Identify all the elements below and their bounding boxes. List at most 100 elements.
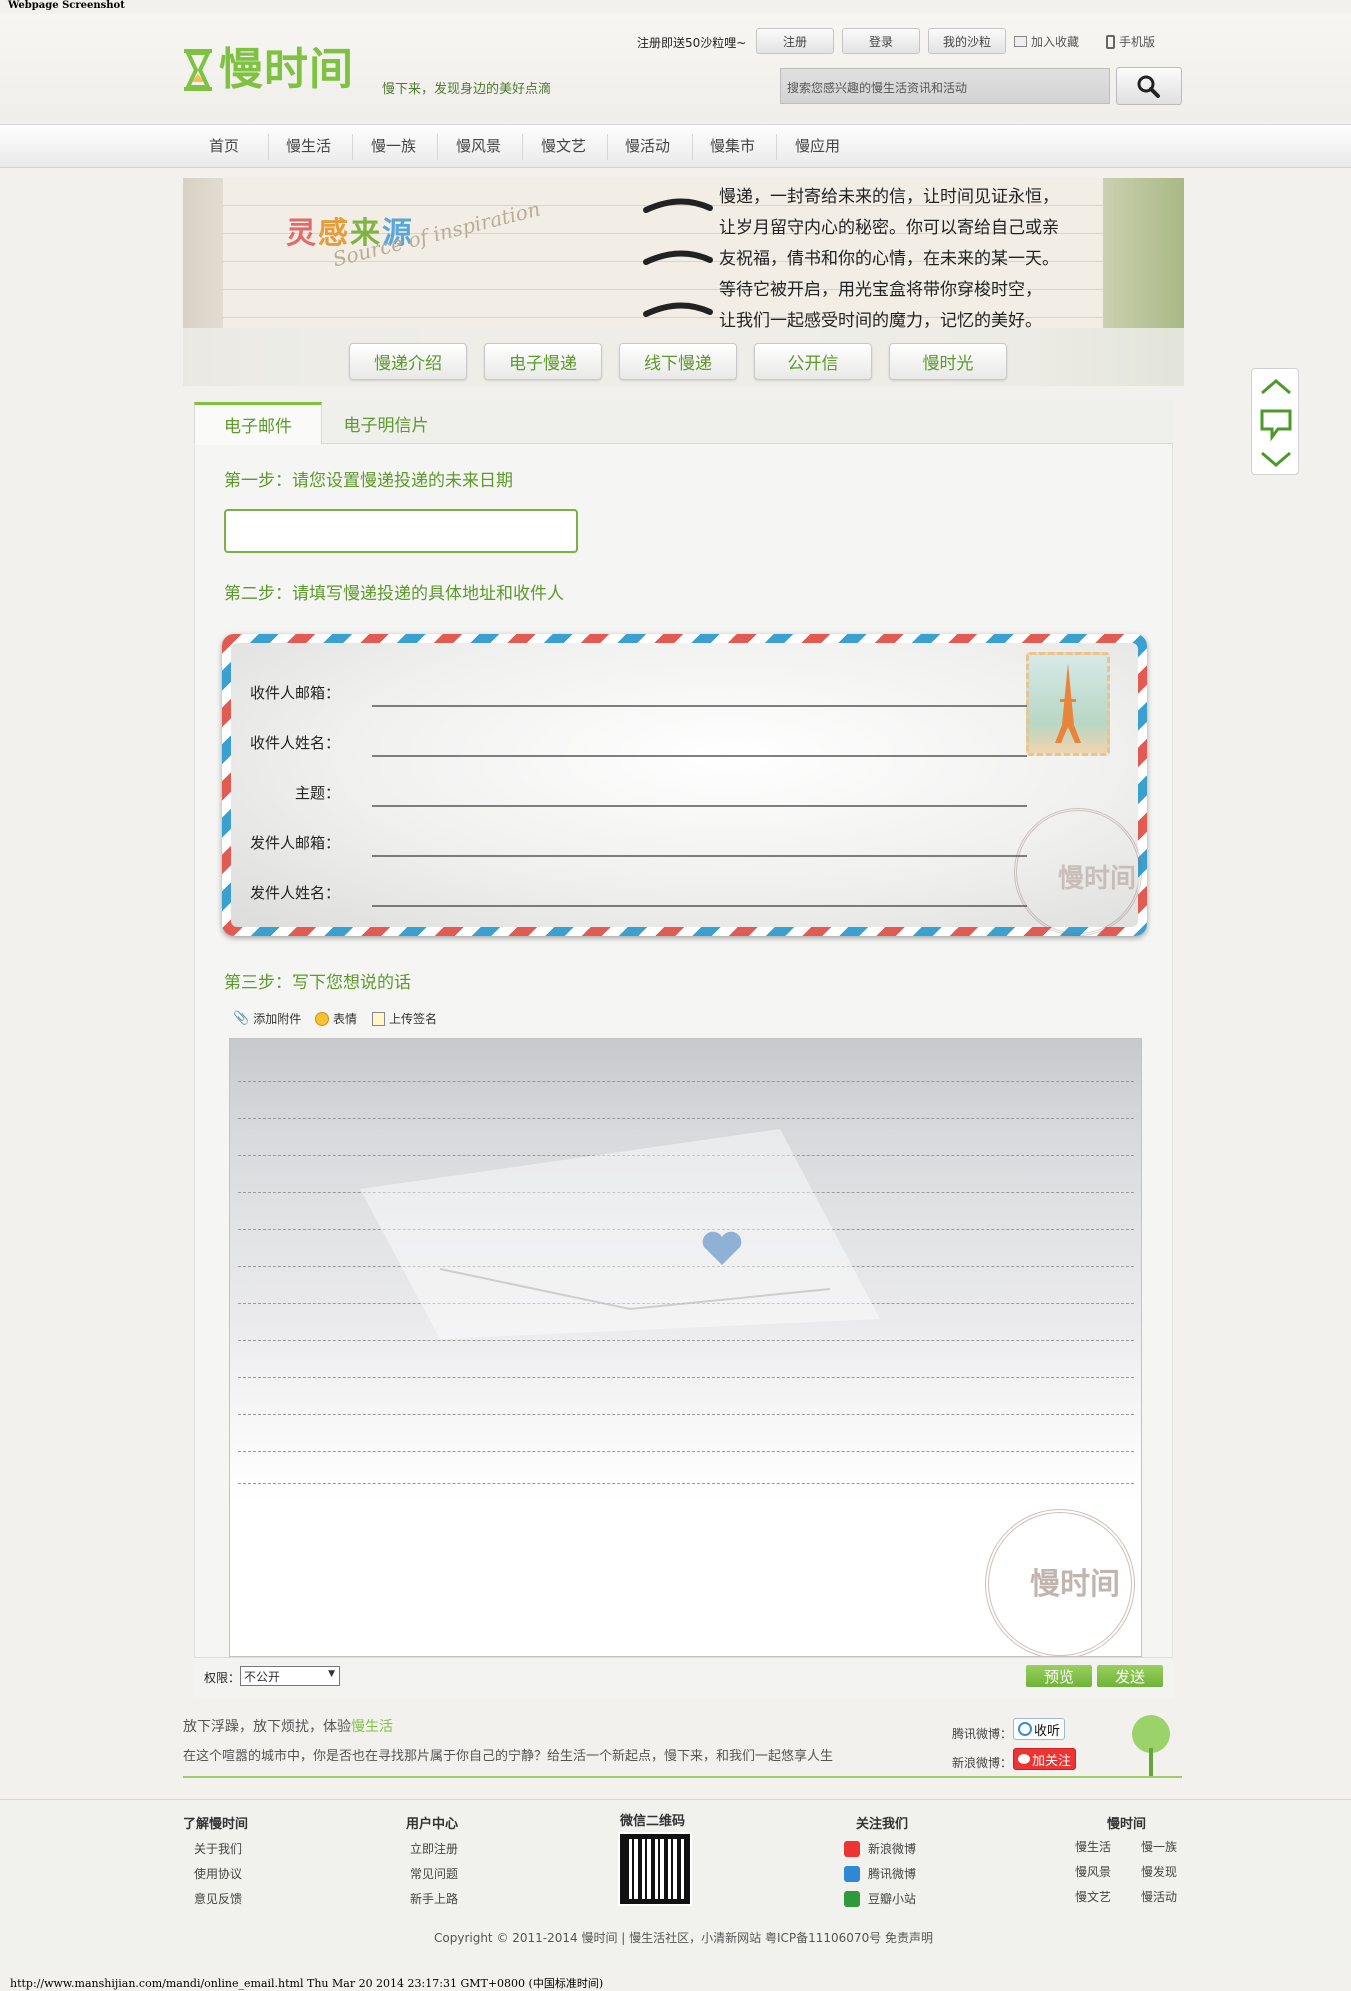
banner-poem-line: 慢递，一封寄给未来的信，让时间见证永恒， — [719, 187, 1059, 207]
register-promo: 注册即送50沙粒哩~ — [637, 36, 747, 50]
banner-poem: 慢递，一封寄给未来的信，让时间见证永恒， 让岁月留守内心的秘密。你可以寄给自己或… — [719, 182, 1159, 337]
emoticon-button[interactable]: 表情 — [315, 1010, 357, 1027]
nav-item-home[interactable]: 首页 — [209, 136, 239, 156]
main-nav — [0, 124, 1351, 168]
nav-item-slow-arts[interactable]: 慢文艺 — [541, 136, 586, 156]
footer-tencent-link[interactable]: 腾讯微博 — [844, 1865, 916, 1882]
nav-item-slow-tribe[interactable]: 慢一族 — [371, 136, 416, 156]
tab-open-letter[interactable]: 公开信 — [754, 343, 872, 380]
register-button[interactable]: 注册 — [756, 28, 834, 54]
nav-divider — [692, 134, 693, 160]
footer-sina-link[interactable]: 新浪微博 — [844, 1840, 916, 1857]
footer-link[interactable]: 立即注册 — [410, 1840, 458, 1857]
tencent-follow-button[interactable]: 收听 — [1013, 1718, 1066, 1740]
nav-divider — [437, 134, 438, 160]
recipient-name-input[interactable] — [372, 755, 1027, 757]
promo-line-2: 在这个喧嚣的城市中，你是否也在寻找那片属于你自己的宁静？给生活一个新起点，慢下来… — [183, 1749, 834, 1764]
hourglass-icon — [183, 48, 213, 92]
add-favorite-link[interactable]: 加入收藏 — [1014, 33, 1079, 50]
scroll-up-icon[interactable] — [1261, 379, 1291, 395]
banner-poem-line: 让岁月留守内心的秘密。你可以寄给自己或亲 — [719, 218, 1059, 238]
footer-douban-link[interactable]: 豆瓣小站 — [844, 1890, 916, 1907]
heart-icon — [702, 1231, 742, 1265]
tab-e-postcard[interactable]: 电子明信片 — [322, 402, 450, 445]
footer-link[interactable]: 慢活动 — [1141, 1888, 1177, 1905]
permission-select[interactable]: 不公开 ▼ — [240, 1666, 340, 1686]
step3-heading: 第三步：写下您想说的话 — [224, 973, 411, 993]
step1-heading: 第一步：请您设置慢递投递的未来日期 — [224, 471, 513, 491]
tab-slow-mail-intro[interactable]: 慢递介绍 — [349, 343, 467, 380]
recipient-name-label: 收件人姓名： — [249, 734, 340, 752]
nav-item-slow-life[interactable]: 慢生活 — [286, 136, 331, 156]
nav-item-slow-scenery[interactable]: 慢风景 — [456, 136, 501, 156]
footer-link[interactable]: 关于我们 — [194, 1840, 242, 1857]
permission-label: 权限： — [204, 1671, 241, 1685]
ruled-line — [238, 1414, 1134, 1415]
tab-email[interactable]: 电子邮件 — [194, 402, 322, 445]
tencent-weibo-icon — [844, 1865, 860, 1882]
footer-link[interactable]: 使用协议 — [194, 1865, 242, 1882]
sender-email-input[interactable] — [372, 855, 1027, 857]
footer-link[interactable]: 常见问题 — [410, 1865, 458, 1882]
scroll-down-icon[interactable] — [1261, 451, 1291, 467]
airmail-envelope — [222, 634, 1147, 936]
recipient-email-label: 收件人邮箱： — [249, 684, 340, 702]
my-sand-button[interactable]: 我的沙粒 — [928, 28, 1006, 54]
search-button[interactable] — [1116, 67, 1182, 105]
nav-item-slow-events[interactable]: 慢活动 — [625, 136, 670, 156]
eiffel-stamp — [1026, 652, 1110, 756]
upload-signature-label: 上传签名 — [389, 1012, 438, 1026]
footer-link[interactable]: 意见反馈 — [194, 1890, 242, 1907]
inspiration-char: 灵 — [286, 216, 318, 251]
nav-item-slow-apps[interactable]: 慢应用 — [795, 136, 840, 156]
search-input[interactable]: 搜索您感兴趣的慢生活资讯和活动 — [780, 68, 1110, 104]
slow-life-link[interactable]: 慢生活 — [351, 1719, 393, 1735]
pencil-note-icon — [372, 1011, 385, 1026]
nav-divider — [522, 134, 523, 160]
douban-icon — [844, 1890, 860, 1907]
tencent-follow-label: 收听 — [1034, 1723, 1061, 1739]
sina-follow-label: 加关注 — [1032, 1753, 1072, 1769]
footer-about-heading: 了解慢时间 — [183, 1817, 249, 1832]
login-button[interactable]: 登录 — [842, 28, 920, 54]
tab-offline-slow-mail[interactable]: 线下慢递 — [619, 343, 737, 380]
footer-link[interactable]: 慢一族 — [1141, 1838, 1177, 1855]
sender-name-input[interactable] — [372, 905, 1027, 907]
search-icon — [1137, 75, 1160, 98]
add-attachment-label: 添加附件 — [253, 1012, 302, 1026]
tab-electronic-slow-mail[interactable]: 电子慢递 — [484, 343, 602, 380]
feedback-icon[interactable] — [1260, 409, 1292, 442]
notebook-rings — [640, 190, 716, 344]
footer-link[interactable]: 慢文艺 — [1075, 1888, 1111, 1905]
footer-link[interactable]: 慢发现 — [1141, 1863, 1177, 1880]
mobile-version-label: 手机版 — [1119, 35, 1156, 49]
promo-line-1-text: 放下浮躁，放下烦扰，体验 — [183, 1719, 351, 1735]
sina-weibo-icon — [1018, 1754, 1030, 1764]
nav-divider — [268, 134, 269, 160]
letter-postmark-text: 慢时间 — [1030, 1567, 1120, 1602]
copyright-text: Copyright © 2011-2014 慢时间 | 慢生活社区，小清新网站 … — [434, 1931, 934, 1945]
recipient-email-input[interactable] — [372, 705, 1027, 707]
send-button[interactable]: 发送 — [1097, 1665, 1163, 1687]
ruled-line — [238, 1340, 1134, 1341]
subject-input[interactable] — [372, 805, 1027, 807]
letter-textarea[interactable]: 慢时间 — [229, 1038, 1142, 1657]
site-logo[interactable]: 慢时间 — [183, 48, 354, 92]
footer-tencent-label: 腾讯微博 — [868, 1867, 917, 1881]
footer-link[interactable]: 慢风景 — [1075, 1863, 1111, 1880]
footer-follow-heading: 关注我们 — [856, 1817, 909, 1832]
tab-slow-time[interactable]: 慢时光 — [889, 343, 1007, 380]
nav-item-slow-market[interactable]: 慢集市 — [710, 136, 755, 156]
add-attachment-button[interactable]: 📎 添加附件 — [233, 1010, 301, 1027]
mobile-version-link[interactable]: 手机版 — [1106, 33, 1155, 50]
footer-link[interactable]: 新手上路 — [410, 1890, 458, 1907]
sina-follow-button[interactable]: 加关注 — [1013, 1748, 1077, 1770]
footer-link[interactable]: 慢生活 — [1075, 1838, 1111, 1855]
footer-sina-label: 新浪微博 — [868, 1842, 917, 1856]
delivery-date-input[interactable] — [224, 509, 578, 553]
step2-heading: 第二步：请填写慢递投递的具体地址和收件人 — [224, 584, 564, 604]
preview-button[interactable]: 预览 — [1026, 1665, 1092, 1687]
sina-weibo-label: 新浪微博： — [952, 1756, 1013, 1770]
smiley-icon — [315, 1011, 329, 1026]
upload-signature-button[interactable]: 上传签名 — [372, 1010, 437, 1027]
